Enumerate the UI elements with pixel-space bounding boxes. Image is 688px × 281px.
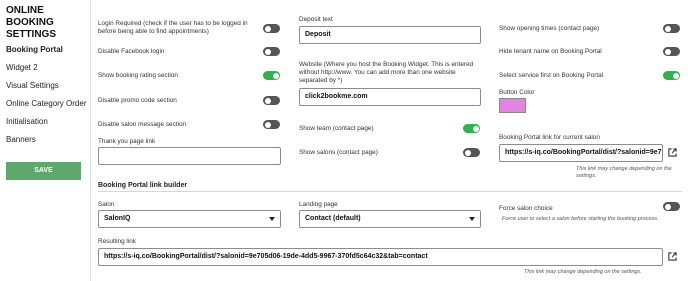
salon-select[interactable]: SalonIQ <box>98 210 281 228</box>
toggle-knob <box>464 149 471 156</box>
website-label: Website (Where you host the Booking Widg… <box>299 61 473 85</box>
toggle-knob <box>472 125 479 132</box>
show-rating-label: Show booking rating section <box>98 72 178 79</box>
open-external-icon[interactable] <box>668 148 677 157</box>
deposit-input[interactable]: Deposit <box>299 26 481 44</box>
login-required-label: Login Required (check if the user has to… <box>98 20 248 36</box>
disable-promo-label: Disable promo code section <box>98 97 177 104</box>
website-label-line3: separated by *) <box>299 77 343 84</box>
toggle-knob <box>672 72 679 79</box>
force-salon-toggle[interactable] <box>663 202 680 211</box>
show-team-label: Show team (contact page) <box>299 125 374 132</box>
hide-tenant-toggle[interactable] <box>663 47 680 56</box>
toggle-knob <box>264 97 271 104</box>
website-label-line1: Website (Where you host the Booking Widg… <box>299 61 474 68</box>
force-salon-note: Force user to select a salon before star… <box>502 216 659 222</box>
toggle-knob <box>664 203 671 210</box>
sidebar: ONLINE BOOKING SETTINGS Booking Portal W… <box>0 0 87 281</box>
resulting-link-note: This link may change depending on the se… <box>524 269 642 275</box>
button-color-label: Button Color <box>499 89 535 96</box>
toggle-knob <box>264 25 271 32</box>
chevron-down-icon <box>269 217 275 221</box>
page-title-line2: SETTINGS <box>6 29 57 40</box>
link-builder-divider <box>98 191 682 192</box>
toggle-knob <box>264 121 271 128</box>
disable-facebook-label: Disable Facebook login <box>98 48 165 55</box>
resulting-link-label: Resulting link <box>98 238 137 245</box>
show-salons-toggle[interactable] <box>463 148 480 157</box>
link-builder-heading: Booking Portal link builder <box>98 182 188 189</box>
force-salon-label: Force salon choice <box>499 205 553 212</box>
select-service-label: Select service first on Booking Portal <box>499 72 604 79</box>
login-required-label-line1: Login Required (check if the user has to… <box>98 20 248 27</box>
button-color-swatch[interactable] <box>499 98 526 113</box>
portal-link-note: This link may change depending on the se… <box>576 166 672 179</box>
salon-label: Salon <box>98 201 115 208</box>
thank-you-input[interactable] <box>98 147 281 165</box>
page-title: ONLINE BOOKING SETTINGS <box>6 5 87 41</box>
disable-facebook-toggle[interactable] <box>263 47 280 56</box>
login-required-label-line2: before being able to find appointments) <box>98 28 209 35</box>
toggle-knob <box>264 48 271 55</box>
sidebar-item-banners[interactable]: Banners <box>6 135 36 144</box>
thank-you-label: Thank you page link <box>98 138 156 145</box>
toggle-knob <box>272 72 279 79</box>
show-rating-toggle[interactable] <box>263 71 280 80</box>
resulting-link-input[interactable]: https://s-iq.co/BookingPortal/dist/?salo… <box>98 248 663 266</box>
sidebar-item-initialisation[interactable]: Initialisation <box>6 117 48 126</box>
show-opening-label: Show opening times (contact page) <box>499 25 600 32</box>
disable-promo-toggle[interactable] <box>263 96 280 105</box>
sidebar-item-widget-2[interactable]: Widget 2 <box>6 63 38 72</box>
show-opening-toggle[interactable] <box>663 24 680 33</box>
sidebar-item-visual-settings[interactable]: Visual Settings <box>6 81 59 90</box>
hide-tenant-label: Hide tenant name on Booking Portal <box>499 48 602 55</box>
sidebar-divider <box>90 0 91 281</box>
website-input[interactable]: click2bookme.com <box>299 88 481 106</box>
landing-page-select-value: Contact (default) <box>305 215 361 222</box>
toggle-knob <box>664 48 671 55</box>
portal-link-label: Booking Portal link for current salon <box>499 134 600 141</box>
save-button[interactable]: SAVE <box>6 162 81 180</box>
disable-salon-message-toggle[interactable] <box>263 120 280 129</box>
disable-salon-message-label: Disable salon message section <box>98 121 187 128</box>
open-external-icon[interactable] <box>668 252 677 261</box>
chevron-down-icon <box>469 217 475 221</box>
landing-page-label: Landing page <box>299 201 338 208</box>
toggle-knob <box>664 25 671 32</box>
login-required-toggle[interactable] <box>263 24 280 33</box>
sidebar-item-booking-portal[interactable]: Booking Portal <box>6 45 63 54</box>
page-title-line1: ONLINE BOOKING <box>6 5 54 28</box>
show-salons-label: Show salons (contact page) <box>299 149 378 156</box>
sidebar-item-online-category-order[interactable]: Online Category Order <box>6 99 86 108</box>
landing-page-select[interactable]: Contact (default) <box>299 210 481 228</box>
portal-link-input[interactable]: https://s-iq.co/BookingPortal/dist/?salo… <box>499 144 663 162</box>
select-service-toggle[interactable] <box>663 71 680 80</box>
deposit-label: Deposit text <box>299 16 333 23</box>
website-label-line2: without http://www. You can add more tha… <box>299 69 456 76</box>
show-team-toggle[interactable] <box>463 124 480 133</box>
salon-select-value: SalonIQ <box>104 215 131 222</box>
